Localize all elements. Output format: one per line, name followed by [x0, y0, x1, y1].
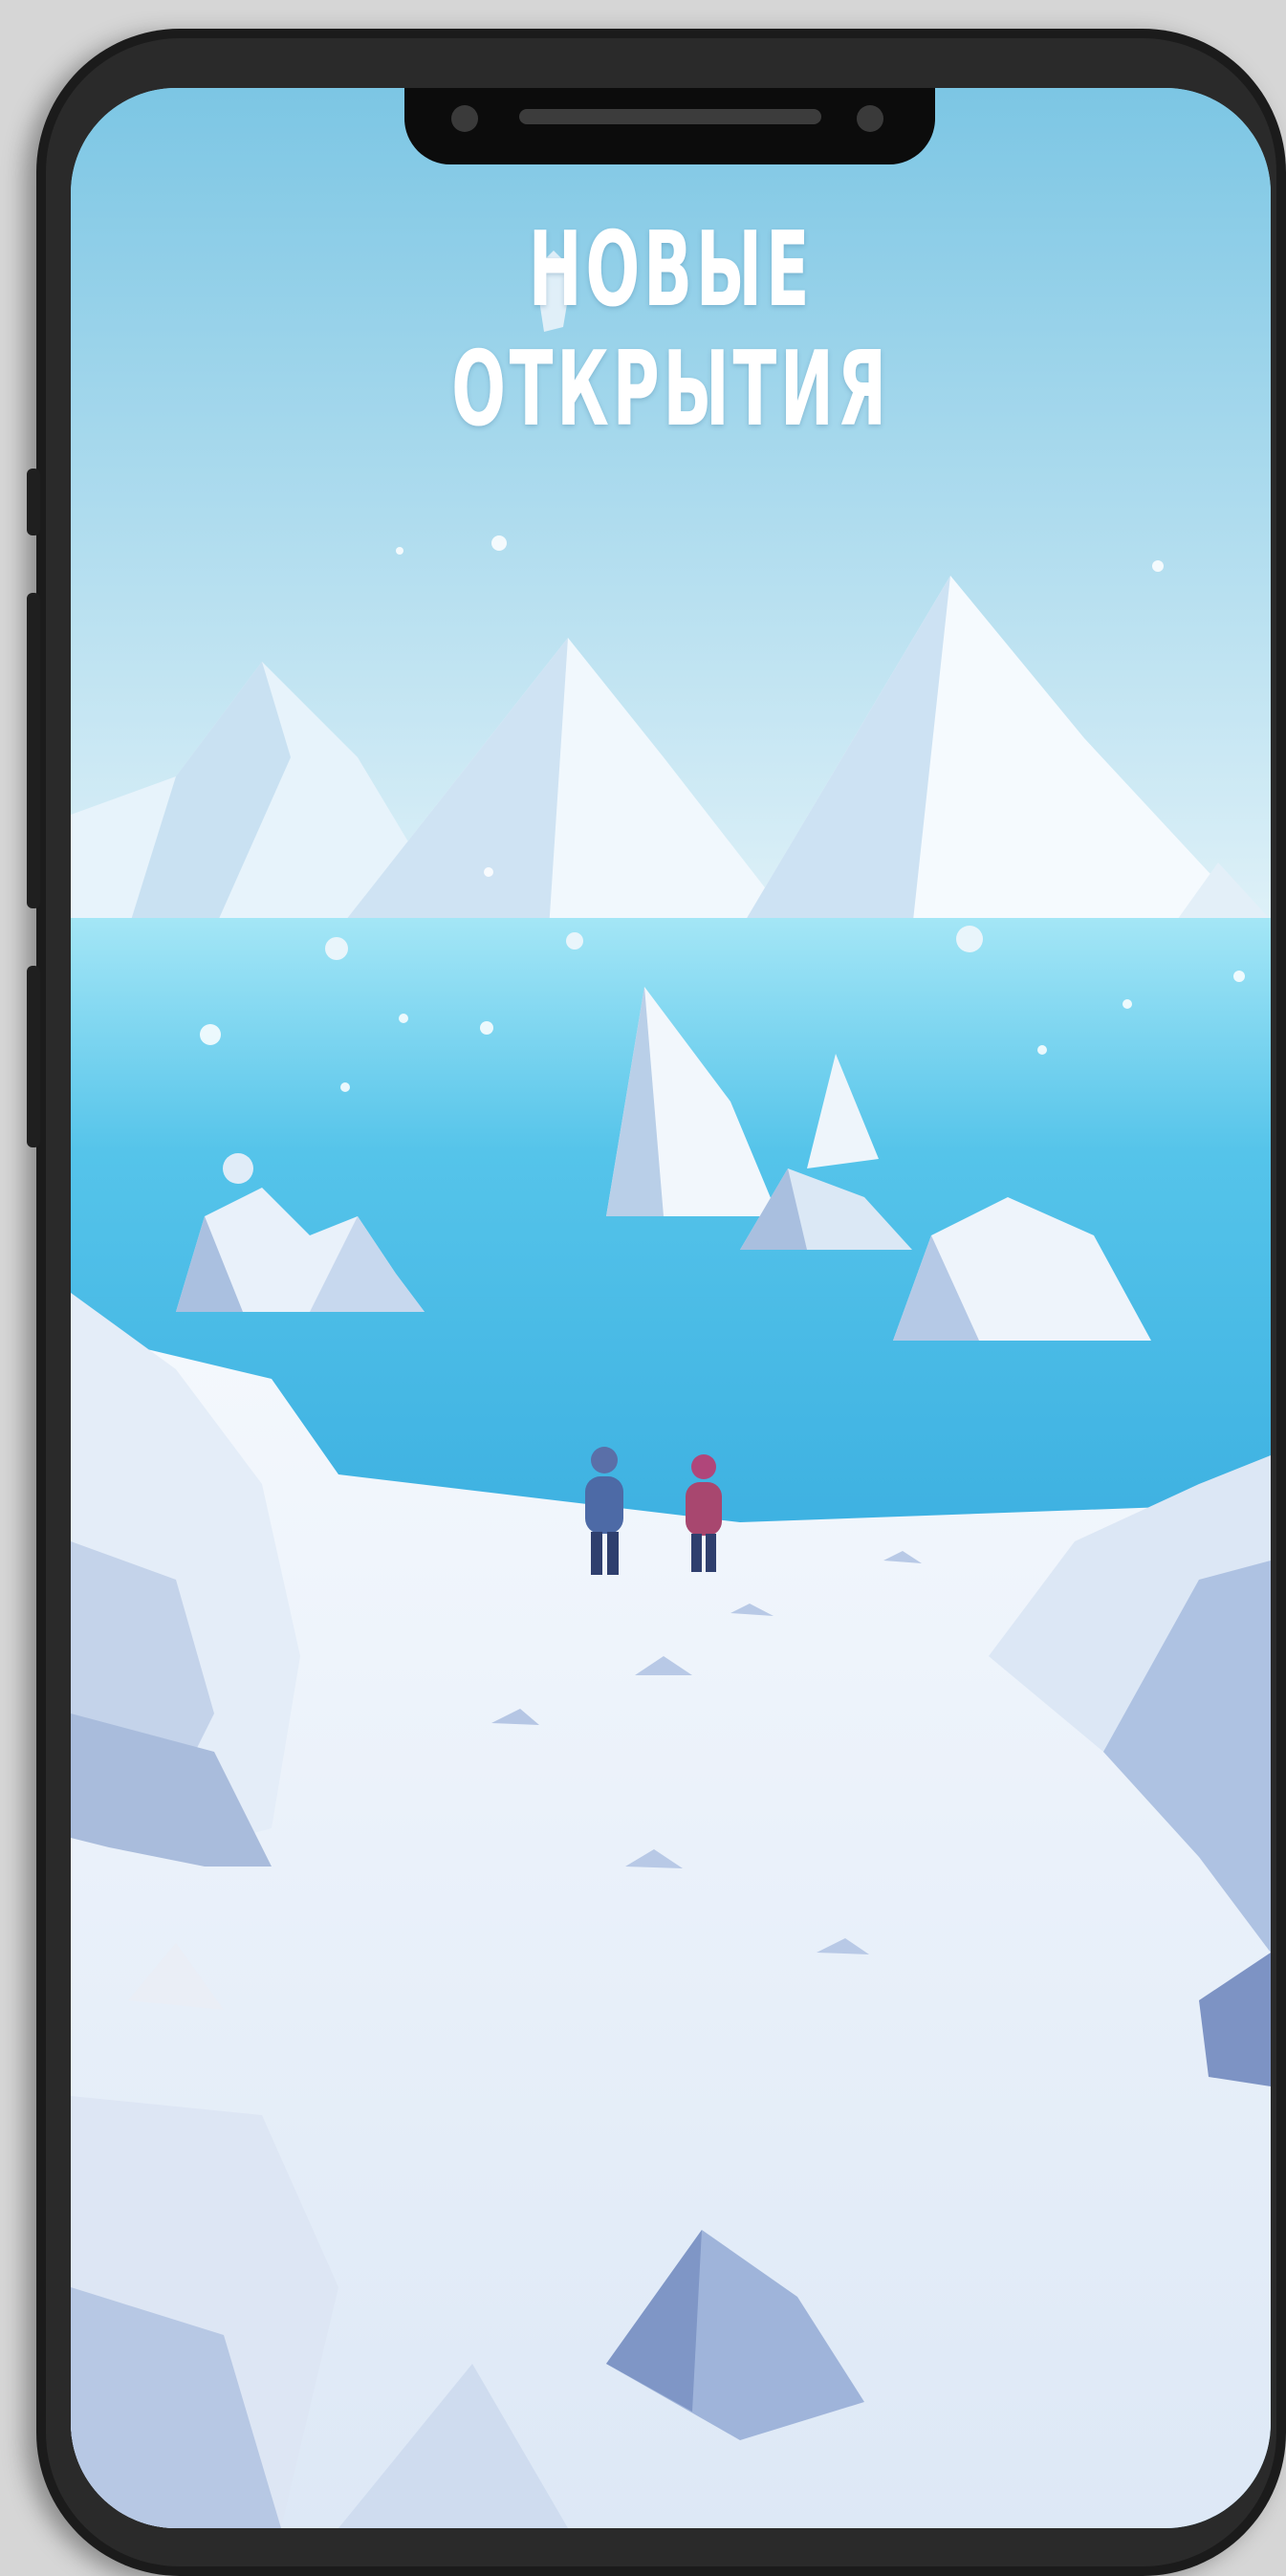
side-button-middle	[27, 593, 40, 908]
phone-screen	[71, 88, 1271, 2528]
speaker-grille	[519, 109, 821, 124]
camera-right-icon	[857, 105, 883, 132]
side-button-lower	[27, 966, 40, 1147]
arctic-illustration	[71, 88, 1271, 2528]
side-button-upper	[27, 469, 40, 535]
camera-left-icon	[451, 105, 478, 132]
phone-notch	[404, 88, 935, 164]
headline-title: НОВЫЕ ОТКРЫТИЯ	[451, 210, 890, 449]
